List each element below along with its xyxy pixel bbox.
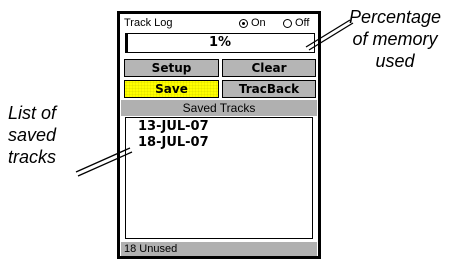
list-item[interactable]: 13-JUL-07 <box>138 119 209 134</box>
tracks-callout-line-2: saved <box>8 125 57 145</box>
radio-off[interactable]: Off <box>283 17 309 29</box>
saved-tracks-list[interactable]: 13-JUL-07 18-JUL-07 <box>125 117 313 239</box>
tracback-button[interactable]: TracBack <box>222 80 316 98</box>
device-screen: Track Log On Off 1% Setup Clear Save Tra… <box>117 11 321 259</box>
memory-usage-text: 1% <box>208 35 232 50</box>
setup-button[interactable]: Setup <box>124 59 219 77</box>
memory-callout-line-1: Percentage <box>348 7 442 27</box>
memory-callout-line-2: of memory <box>352 29 438 49</box>
track-log-title: Track Log <box>124 17 173 29</box>
saved-tracks-header: Saved Tracks <box>121 100 317 116</box>
track-log-panel: Track Log On Off 1% Setup Clear Save Tra… <box>120 14 318 256</box>
radio-on-indicator-icon <box>239 18 248 28</box>
save-button[interactable]: Save <box>124 80 219 98</box>
memory-usage-bar: 1% <box>125 33 315 53</box>
clear-button[interactable]: Clear <box>222 59 316 77</box>
tracks-callout-line-3: tracks <box>8 147 57 167</box>
radio-off-label: Off <box>295 17 310 29</box>
track-log-header: Track Log On Off <box>123 16 317 30</box>
radio-on-label: On <box>251 17 266 29</box>
unused-count-footer: 18 Unused <box>121 242 317 256</box>
list-item[interactable]: 18-JUL-07 <box>138 135 209 150</box>
memory-callout: Percentage of memory used <box>340 6 450 72</box>
tracks-callout: List of saved tracks <box>8 102 88 168</box>
tracks-callout-line-1: List of <box>8 103 57 123</box>
radio-off-indicator-icon <box>283 18 292 28</box>
memory-callout-line-3: used <box>375 51 415 71</box>
radio-on[interactable]: On <box>239 17 266 29</box>
